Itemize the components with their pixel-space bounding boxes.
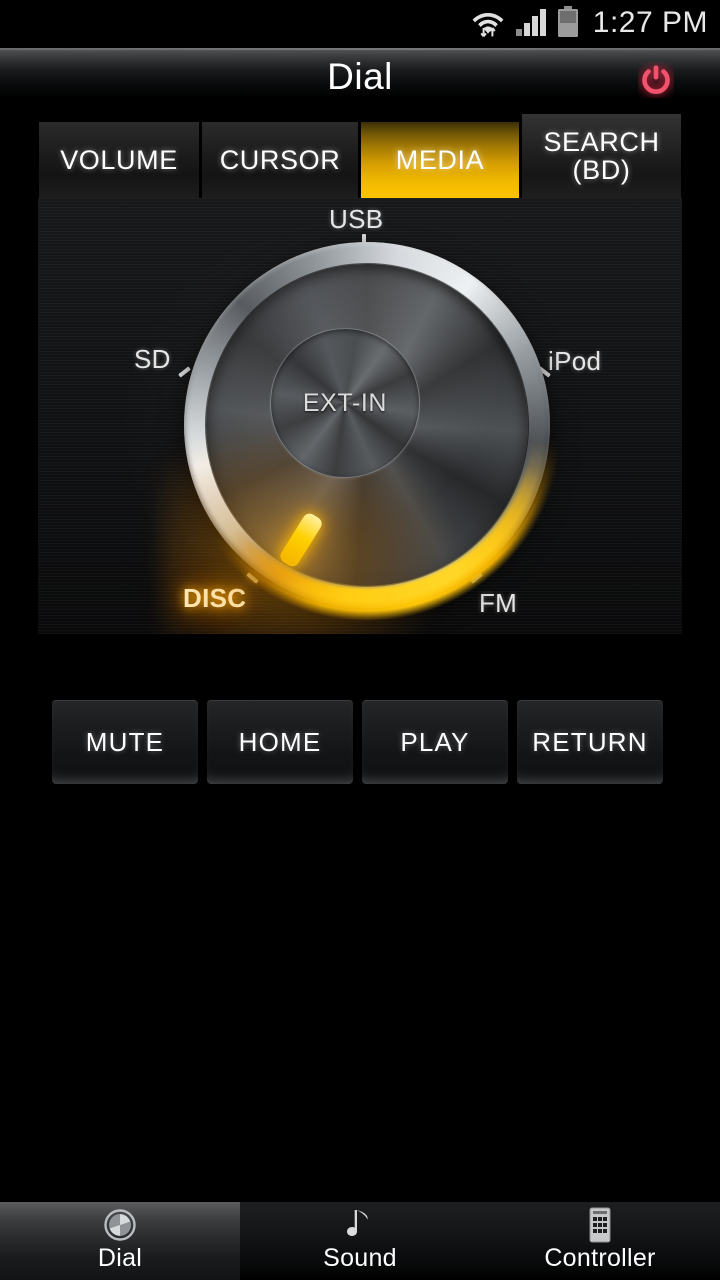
dial-tick-disc [246,572,259,584]
nav-item-sound-label: Sound [323,1244,397,1272]
app-screen: 1:27 PM Dial VOLUME CURSOR MEDIA SEARCH … [0,0,720,1280]
page-title: Dial [327,56,393,97]
mute-button[interactable]: MUTE [52,700,198,784]
status-bar: 1:27 PM [0,0,720,48]
dial-label-fm[interactable]: FM [479,588,517,619]
tab-media[interactable]: MEDIA [360,122,520,198]
dial-label-sd[interactable]: SD [134,344,171,375]
tab-search-label-line2: (BD) [572,155,631,185]
wifi-sync-icon [471,6,505,43]
nav-item-controller-label: Controller [544,1244,656,1272]
bottom-navigation: Dial Sound Controller [0,1202,720,1280]
tab-volume-label: VOLUME [60,144,178,175]
dial-label-ipod[interactable]: iPod [548,346,601,377]
tab-cursor-label: CURSOR [219,144,341,175]
tab-search-label-line1: SEARCH [543,126,660,157]
dial-center-label: EXT-IN [302,388,388,417]
title-bar: Dial [0,48,720,110]
tab-search-bd[interactable]: SEARCH (BD) [521,114,682,198]
status-time: 1:27 PM [592,6,708,39]
return-button[interactable]: RETURN [517,700,663,784]
power-icon[interactable] [636,60,676,100]
dial-panel[interactable]: USB iPod FM DISC SD EXT-IN [38,198,682,634]
nav-item-dial-label: Dial [97,1244,143,1272]
dial-label-usb[interactable]: USB [329,204,383,235]
nav-item-sound[interactable]: Sound [240,1202,480,1280]
nav-item-controller[interactable]: Controller [480,1202,720,1280]
dial-center-button[interactable]: EXT-IN [270,328,420,478]
nav-item-dial[interactable]: Dial [0,1202,240,1280]
home-button[interactable]: HOME [207,700,353,784]
dial-label-disc[interactable]: DISC [183,583,246,614]
dial-knob[interactable]: EXT-IN [184,242,550,608]
action-button-row: MUTE HOME PLAY RETURN [52,700,668,784]
dial-control[interactable]: USB iPod FM DISC SD EXT-IN [38,198,682,634]
tab-volume[interactable]: VOLUME [38,122,200,198]
music-note-icon [343,1208,377,1242]
knob-icon [103,1208,137,1242]
tab-bar: VOLUME CURSOR MEDIA SEARCH (BD) [38,110,682,198]
tab-cursor[interactable]: CURSOR [201,122,359,198]
remote-icon [586,1207,614,1243]
battery-icon [557,5,579,43]
play-button[interactable]: PLAY [362,700,508,784]
tab-media-label: MEDIA [395,144,485,175]
cellular-signal-icon [515,7,547,42]
dial-tick-sd [178,366,191,378]
